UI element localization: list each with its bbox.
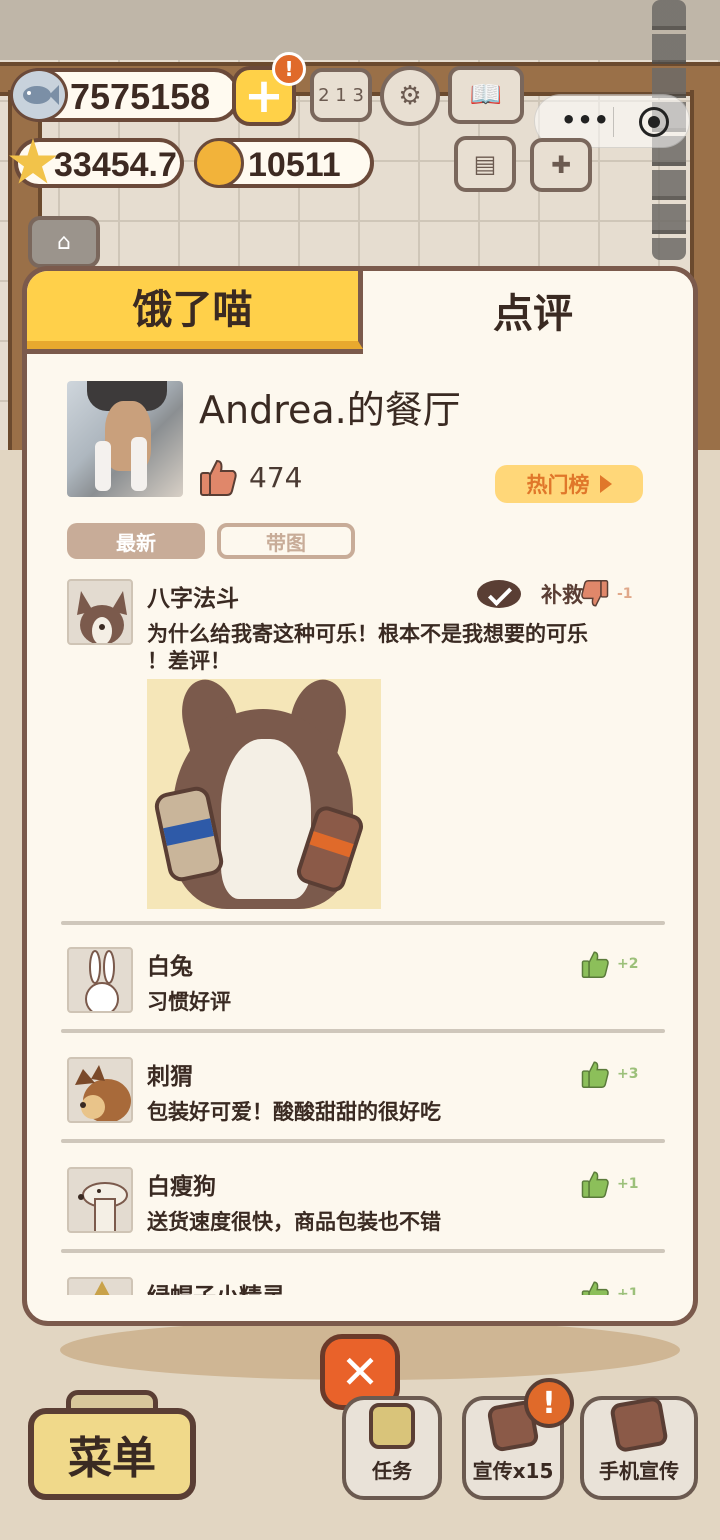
star-amount: 33454.7 [54,146,177,184]
likes-row: 474 [199,457,302,497]
bell-currency: 10511 [194,138,374,188]
star-currency: 33454.7 [9,138,184,188]
dislike-vote: -1 [581,579,633,609]
close-miniprogram-icon[interactable] [639,107,669,137]
thumb-down-icon [581,579,609,607]
reviewer-name: 白兔 [147,954,193,980]
avatar-white-rabbit [67,947,133,1013]
gear-icon: ⚙ [398,81,422,111]
avatar-green-hat-elf [67,1277,133,1295]
review-item: 绿帽子小精灵 +1 [67,1277,667,1295]
tab-elemiao[interactable]: 饿了喵 [27,271,363,349]
review-item: 白瘦狗 +1 送货速度很快，商品包装也不错 [67,1167,667,1247]
close-icon: ✕ [340,1345,380,1399]
bell-amount: 10511 [248,146,341,184]
avatar-white-dog [67,1167,133,1233]
promote-label: 宣传x15 [472,1459,554,1483]
review-image[interactable] [147,679,381,909]
hot-list-label: 热门榜 [526,473,590,497]
review-text: 包装好可爱！酸酸甜甜的很好吃 [147,1100,441,1124]
review-text-line2: ！差评！ [147,649,231,673]
like-vote: +3 [581,1059,638,1089]
newspaper-button[interactable]: ▤ [454,136,516,192]
vote-count: +1 [617,1286,639,1295]
restaurant-name: Andrea.的餐厅 [199,388,461,432]
review-text: 送货速度很快，商品包装也不错 [147,1210,441,1234]
thumb-up-icon [200,459,237,496]
like-vote: +1 [581,1169,638,1199]
leaderboard-button[interactable]: 2 1 3 [310,68,372,122]
reviewer-name: 白瘦狗 [147,1174,216,1200]
task-label: 任务 [372,1459,412,1483]
task-button[interactable]: 任务 [342,1396,442,1500]
filter-latest[interactable]: 最新 [67,523,205,559]
chat-check-icon [477,580,521,608]
reviewer-name: 八字法斗 [147,586,239,612]
shop-button[interactable]: ⌂ [28,216,100,268]
book-icon: 📖 [469,80,503,110]
avatar-french-bulldog [67,579,133,645]
review-text-line1: 为什么给我寄这种可乐！根本不是我想要的可乐 [147,622,588,646]
review-text: 习惯好评 [147,990,231,1014]
remedy-button[interactable]: 补救 [477,579,583,609]
likes-count: 474 [249,460,303,494]
bell-icon [194,138,244,188]
fish-amount: 7575158 [70,76,211,117]
phone-promote-label: 手机宣传 [599,1459,679,1483]
fish-icon [10,68,68,122]
play-triangle-icon [599,475,612,493]
album-button[interactable]: 📖 [448,66,524,124]
remedy-label: 补救 [541,583,583,607]
review-panel: 饿了喵 点评 Andrea.的餐厅 474 热门榜 最新 带图 八字法斗 补救 [22,266,698,1326]
checklist-icon [369,1403,415,1449]
thumb-up-icon [581,1061,609,1088]
menu-label: 菜单 [68,1433,156,1484]
thumb-up-icon [581,951,609,979]
vote-count: +1 [617,1176,639,1192]
phone-promote-button[interactable]: 手机宣传 [580,1395,698,1500]
review-item: 八字法斗 补救 -1 为什么给我寄这种可乐！根本不是我想要的可乐 ！差评！ [67,579,667,919]
alert-badge: ! [272,52,306,86]
restaurant-photo [67,381,183,497]
fish-currency: 7575158 [10,68,240,122]
review-item: 刺猬 +3 包装好可爱！酸酸甜甜的很好吃 [67,1057,667,1137]
tab-reviews[interactable]: 点评 [363,271,693,349]
newspaper-icon: ▤ [473,150,497,178]
like-vote: +1 [581,1279,638,1295]
game-button[interactable]: ✚ [530,138,592,192]
thumb-up-icon [581,1171,609,1198]
vote-count: +2 [617,956,639,972]
shop-icon: ⌂ [57,229,71,255]
like-vote: +2 [581,949,638,979]
avatar-hedgehog [67,1057,133,1123]
thumb-up-icon [581,1281,609,1295]
reviewer-name: 绿帽子小精灵 [147,1277,285,1295]
hot-list-button[interactable]: 热门榜 [495,465,643,503]
vote-count: -1 [617,586,633,602]
phone-icon [609,1395,669,1454]
promote-alert-badge: ! [524,1378,574,1428]
vote-count: +3 [617,1066,639,1082]
more-icon[interactable]: ••• [561,105,609,137]
review-item: 白兔 +2 习惯好评 [67,947,667,1027]
podium-icon: 2 1 3 [318,84,364,106]
reviewer-name: 刺猬 [147,1064,193,1090]
settings-button[interactable]: ⚙ [380,66,440,126]
menu-button[interactable]: 菜单 [28,1408,196,1500]
filter-with-image[interactable]: 带图 [217,523,355,559]
gamepad-icon: ✚ [550,151,572,179]
